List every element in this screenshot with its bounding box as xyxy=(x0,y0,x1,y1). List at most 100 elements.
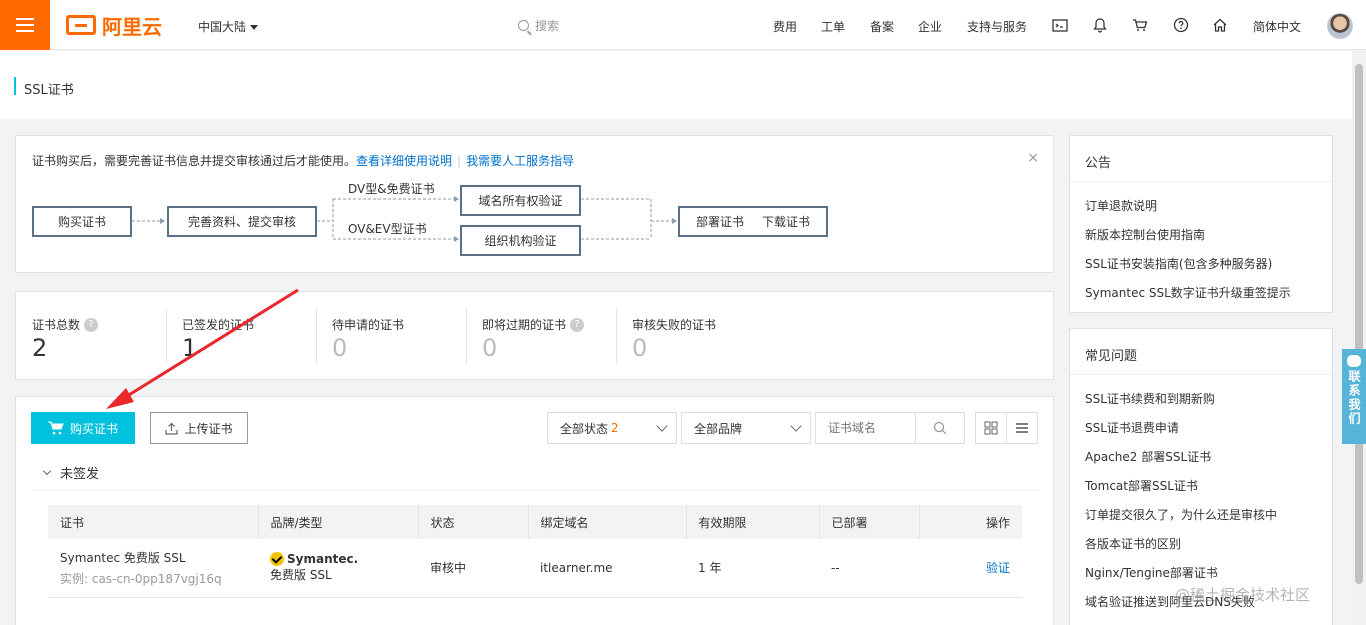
home-icon[interactable] xyxy=(1212,17,1228,33)
verify-link[interactable]: 验证 xyxy=(986,561,1010,575)
brand-filter-label: 全部品牌 xyxy=(694,421,743,436)
contact-us-tab[interactable]: 联系我们 xyxy=(1342,349,1366,444)
list-item[interactable]: 订单提交很久了，为什么还是审核中 xyxy=(1085,501,1332,530)
stat-total[interactable]: 证书总数? 2 xyxy=(16,292,166,378)
user-avatar[interactable] xyxy=(1327,13,1353,39)
announcements-list: 订单退款说明 新版本控制台使用指南 SSL证书安装指南(包含多种服务器) Sym… xyxy=(1070,182,1332,308)
nav-enterprise[interactable]: 企业 xyxy=(918,18,942,35)
aliyun-logo-mark-icon xyxy=(66,15,96,35)
stat-label: 已签发的证书 xyxy=(182,318,255,332)
status-cell: 审核中 xyxy=(418,539,528,598)
status-count-badge: 2 xyxy=(611,421,619,435)
flow-step-complete: 完善资料、提交审核 xyxy=(167,206,317,237)
buy-certificate-label: 购买证书 xyxy=(69,421,118,436)
faq-title: 常见问题 xyxy=(1070,329,1332,375)
help-circle-icon[interactable]: ? xyxy=(84,317,99,332)
chevron-down-icon xyxy=(790,420,802,432)
action-cell: 验证 xyxy=(919,539,1022,598)
flow-dv-label: DV型&免费证书 xyxy=(348,182,435,196)
close-icon[interactable]: × xyxy=(1027,150,1039,166)
search-icon xyxy=(518,20,529,31)
stat-failed[interactable]: 审核失败的证书 0 xyxy=(616,292,766,378)
symantec-check-icon xyxy=(270,552,284,567)
notice-message: 证书购买后，需要完善证书信息并提交审核通过后才能使用。 xyxy=(32,154,357,168)
cert-name-cell: Symantec 免费版 SSL 实例: cas-cn-0pp187vgj16q xyxy=(48,539,258,598)
cart-icon xyxy=(47,421,64,435)
flow-download-label: 下载证书 xyxy=(762,215,811,229)
cert-type: 免费版 SSL xyxy=(270,568,332,583)
language-selector[interactable]: 简体中文 xyxy=(1253,18,1301,35)
flow-ov-label: OV&EV型证书 xyxy=(348,222,427,236)
chevron-down-icon xyxy=(42,466,52,475)
unissued-section-header[interactable]: 未签发 xyxy=(32,455,1038,491)
search-placeholder: 搜索 xyxy=(535,19,560,33)
brand-name: Symantec. xyxy=(287,552,359,567)
scrollbar-thumb[interactable] xyxy=(1355,64,1363,584)
list-item[interactable]: Apache2 部署SSL证书 xyxy=(1085,443,1332,472)
announcements-panel: 公告 订单退款说明 新版本控制台使用指南 SSL证书安装指南(包含多种服务器) … xyxy=(1069,135,1333,313)
grid-view-button[interactable] xyxy=(975,412,1007,444)
stat-issued[interactable]: 已签发的证书 1 xyxy=(166,292,316,378)
status-filter-label: 全部状态 xyxy=(560,421,609,436)
help-circle-icon[interactable]: ? xyxy=(570,317,585,332)
list-item[interactable]: Symantec SSL数字证书升级重签提示 xyxy=(1085,279,1332,308)
nav-billing[interactable]: 费用 xyxy=(773,18,797,35)
hamburger-menu-button[interactable] xyxy=(0,0,50,50)
col-domain: 绑定域名 xyxy=(528,505,687,539)
flow-step-buy: 购买证书 xyxy=(32,206,132,237)
grid-view-icon xyxy=(984,421,998,435)
stat-pending[interactable]: 待申请的证书 0 xyxy=(316,292,466,378)
col-deployed: 已部署 xyxy=(819,505,920,539)
domain-search-input[interactable] xyxy=(815,412,915,444)
brand-cell: Symantec. 免费版 SSL xyxy=(258,539,418,598)
usage-guide-link[interactable]: 查看详细使用说明 xyxy=(356,154,452,168)
domain-search-button[interactable] xyxy=(915,412,965,444)
col-certificate: 证书 xyxy=(48,505,259,539)
table-row: Symantec 免费版 SSL 实例: cas-cn-0pp187vgj16q… xyxy=(48,539,1022,598)
faq-panel: 常见问题 SSL证书续费和到期新购 SSL证书退费申请 Apache2 部署SS… xyxy=(1069,328,1333,625)
buy-certificate-button[interactable]: 购买证书 xyxy=(31,412,135,444)
cart-icon[interactable] xyxy=(1132,17,1148,33)
nav-support[interactable]: 支持与服务 xyxy=(967,18,1027,35)
title-accent-bar xyxy=(14,77,16,95)
manual-service-link[interactable]: 我需要人工服务指导 xyxy=(466,154,574,168)
nav-icp[interactable]: 备案 xyxy=(870,18,894,35)
list-item[interactable]: 订单退款说明 xyxy=(1085,192,1332,221)
list-item[interactable]: Tomcat部署SSL证书 xyxy=(1085,472,1332,501)
nav-tickets[interactable]: 工单 xyxy=(821,18,845,35)
list-view-button[interactable] xyxy=(1006,412,1038,444)
top-navigation-bar: 阿里云 中国大陆 搜索 费用 工单 备案 企业 支持与服务 简体中文 xyxy=(0,0,1366,50)
page-title: SSL证书 xyxy=(24,83,74,98)
list-item[interactable]: 新版本控制台使用指南 xyxy=(1085,221,1332,250)
stat-value: 0 xyxy=(482,334,498,362)
region-selector[interactable]: 中国大陆 xyxy=(198,18,259,35)
upload-certificate-label: 上传证书 xyxy=(184,421,233,436)
brand-filter-select[interactable]: 全部品牌 xyxy=(681,412,811,444)
search-icon xyxy=(933,421,947,435)
status-filter-select[interactable]: 全部状态 2 xyxy=(547,412,677,444)
upload-certificate-button[interactable]: 上传证书 xyxy=(150,412,248,444)
certificate-table: 证书 品牌/类型 状态 绑定域名 有效期限 已部署 操作 Symantec 免费… xyxy=(48,505,1022,598)
region-label: 中国大陆 xyxy=(198,20,247,34)
stat-value: 2 xyxy=(32,334,48,362)
notice-text: 证书购买后，需要完善证书信息并提交审核通过后才能使用。查看详细使用说明 | 我需要人… xyxy=(32,152,574,169)
stat-label: 审核失败的证书 xyxy=(632,318,717,332)
flow-deploy-label: 部署证书 xyxy=(695,215,744,229)
list-item[interactable]: 各版本证书的区别 xyxy=(1085,530,1332,559)
stat-expiring[interactable]: 即将过期的证书? 0 xyxy=(466,292,616,378)
stat-label: 待申请的证书 xyxy=(332,318,405,332)
cert-name: Symantec 免费版 SSL xyxy=(60,550,186,565)
bell-icon[interactable] xyxy=(1092,17,1108,33)
list-item[interactable]: SSL证书退费申请 xyxy=(1085,414,1332,443)
global-search[interactable]: 搜索 xyxy=(518,17,559,34)
stat-label: 证书总数 xyxy=(32,318,81,332)
terminal-icon[interactable] xyxy=(1052,17,1068,33)
symantec-logo: Symantec. xyxy=(270,552,418,567)
list-item[interactable]: SSL证书安装指南(包含多种服务器) xyxy=(1085,250,1332,279)
upload-icon xyxy=(165,422,179,435)
aliyun-logo[interactable]: 阿里云 xyxy=(66,13,162,39)
announcements-title: 公告 xyxy=(1070,136,1332,182)
list-view-icon xyxy=(1016,423,1028,433)
help-icon[interactable] xyxy=(1173,17,1189,33)
list-item[interactable]: SSL证书续费和到期新购 xyxy=(1085,385,1332,414)
